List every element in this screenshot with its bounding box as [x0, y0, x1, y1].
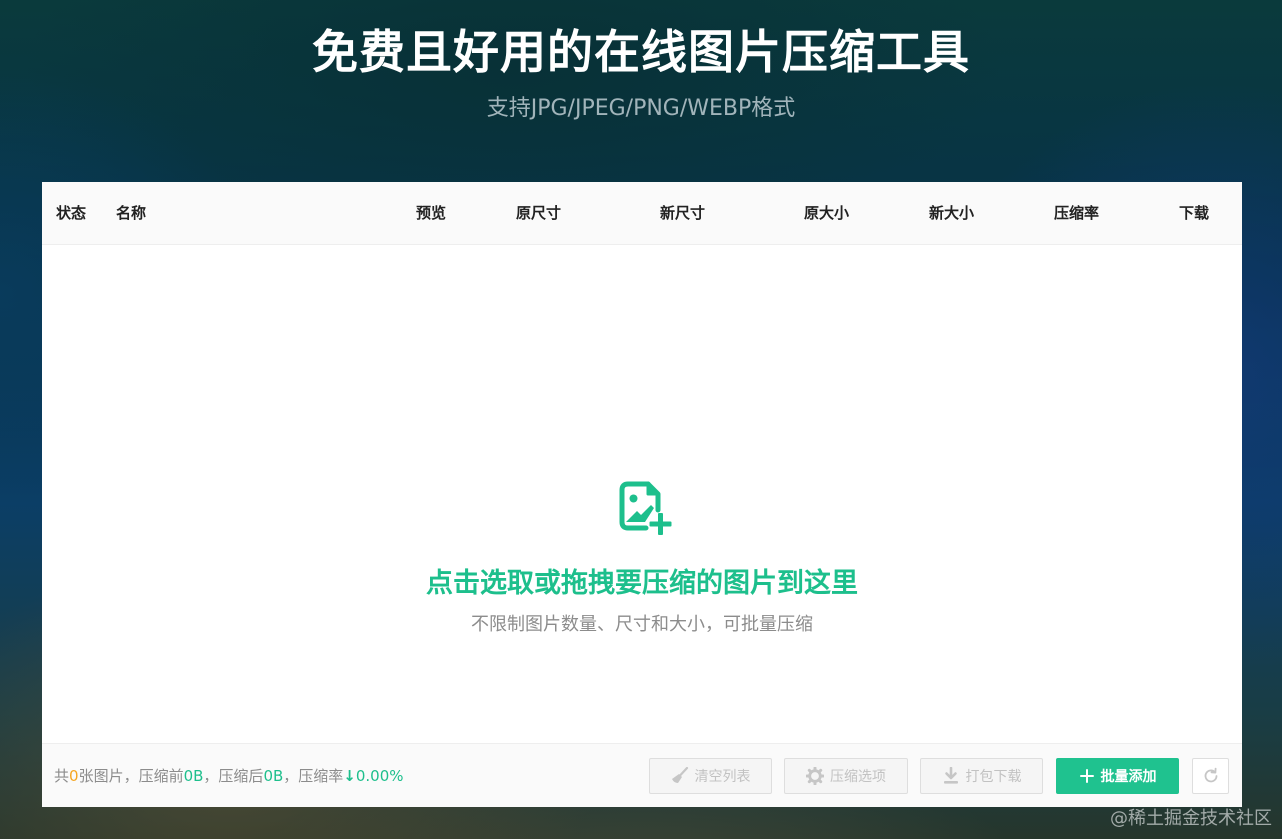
- download-icon: [943, 767, 958, 784]
- compress-panel: 状态 名称 预览 原尺寸 新尺寸 原大小 新大小 压缩率 下载 点击选取或拖拽要…: [42, 182, 1242, 807]
- hero-subtitle: 支持JPG/JPEG/PNG/WEBP格式: [486, 96, 796, 121]
- arrow-down-icon: ↓: [343, 767, 356, 785]
- column-header-preview: 预览: [416, 204, 447, 222]
- watermark: @稀土掘金技术社区: [1110, 808, 1272, 829]
- column-header-download: 下载: [1179, 204, 1210, 222]
- plus-icon: [1079, 769, 1094, 783]
- column-header-original-size: 原大小: [804, 204, 850, 222]
- image-add-icon: [619, 481, 672, 535]
- image-count: 0: [69, 767, 79, 785]
- dropzone-hint: 不限制图片数量、尺寸和大小，可批量压缩: [471, 614, 813, 635]
- column-header-new-dimensions: 新尺寸: [660, 204, 706, 222]
- size-before: 0B: [183, 767, 204, 785]
- status-footer: 共0张图片，压缩前0B，压缩后0B，压缩率↓0.00% 清空列表 压缩选项 打包…: [42, 743, 1242, 807]
- hero-title: 免费且好用的在线图片压缩工具: [312, 25, 970, 79]
- compress-options-button[interactable]: 压缩选项: [784, 758, 908, 794]
- broom-icon: [671, 767, 688, 783]
- compression-rate-value: 0.00%: [355, 767, 404, 785]
- stats-after-label: ，压缩后: [203, 767, 264, 785]
- clear-list-label: 清空列表: [694, 769, 751, 785]
- batch-add-button[interactable]: 批量添加: [1056, 758, 1179, 794]
- compression-stats: 共0张图片，压缩前0B，压缩后0B，压缩率↓0.00%: [54, 765, 404, 787]
- clear-list-button[interactable]: 清空列表: [649, 758, 772, 794]
- size-after: 0B: [263, 767, 284, 785]
- dropzone-title: 点击选取或拖拽要压缩的图片到这里: [426, 568, 858, 599]
- refresh-button[interactable]: [1192, 758, 1229, 794]
- refresh-icon: [1204, 767, 1217, 783]
- compress-options-label: 压缩选项: [830, 769, 886, 785]
- batch-add-label: 批量添加: [1100, 769, 1157, 785]
- pack-download-button[interactable]: 打包下载: [920, 758, 1043, 794]
- upload-dropzone[interactable]: 点击选取或拖拽要压缩的图片到这里 不限制图片数量、尺寸和大小，可批量压缩: [42, 245, 1242, 743]
- column-header-compression-rate: 压缩率: [1054, 204, 1100, 222]
- column-header-original-dimensions: 原尺寸: [516, 204, 562, 222]
- column-header-name: 名称: [116, 204, 147, 222]
- stats-prefix: 共: [54, 767, 70, 785]
- stats-rate-label: ，压缩率: [283, 767, 344, 785]
- gear-icon: [806, 767, 824, 785]
- column-header-new-size: 新大小: [929, 204, 975, 222]
- stats-count-suffix: 张图片，压缩前: [78, 767, 184, 785]
- column-header-status: 状态: [56, 204, 87, 222]
- table-header: 状态 名称 预览 原尺寸 新尺寸 原大小 新大小 压缩率 下载: [42, 182, 1242, 245]
- pack-download-label: 打包下载: [965, 769, 1022, 785]
